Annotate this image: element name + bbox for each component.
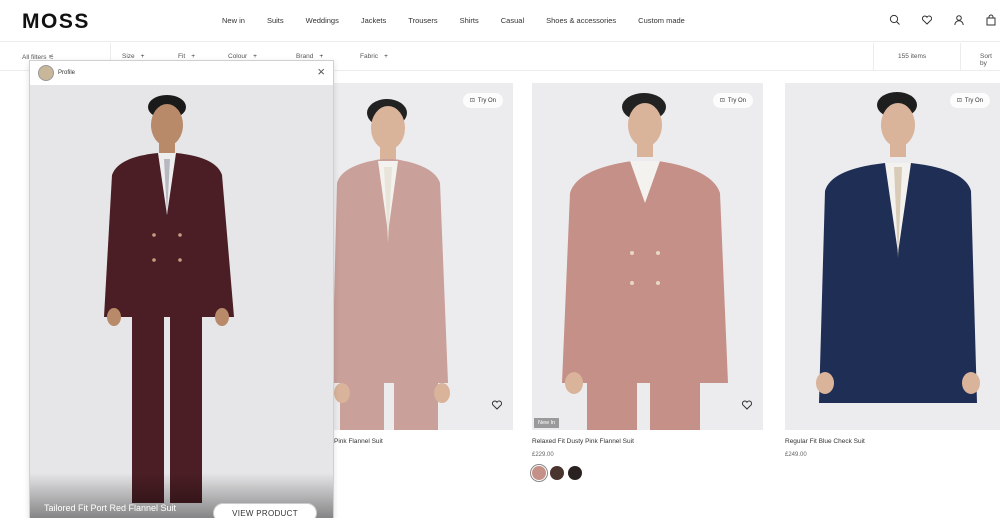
filter-fit[interactable]: Fit + <box>178 53 195 60</box>
nav-suits[interactable]: Suits <box>267 16 284 25</box>
account-icon[interactable] <box>950 11 968 29</box>
bag-icon[interactable] <box>982 11 1000 29</box>
main-nav: New in Suits Weddings Jackets Trousers S… <box>222 16 707 25</box>
camera-icon: ⊡ <box>469 98 475 104</box>
product-image[interactable]: ⊡ Try On <box>785 83 1000 430</box>
nav-new-in[interactable]: New in <box>222 16 245 25</box>
model-figure <box>562 93 728 430</box>
colour-swatch[interactable] <box>550 466 564 480</box>
header-icons <box>886 11 1000 29</box>
try-on-preview-image: Tailored Fit Port Red Flannel Suit VIEW … <box>30 85 333 518</box>
heart-icon[interactable] <box>918 11 936 29</box>
model-figure <box>816 92 980 403</box>
product-card[interactable]: ⊡ Try On Regular Fit Blue Check Suit £249… <box>785 83 1000 458</box>
colour-swatches <box>530 464 763 482</box>
new-in-badge: New In <box>534 418 560 428</box>
plus-icon: + <box>319 53 324 60</box>
avatar <box>38 65 54 81</box>
filter-fabric[interactable]: Fabric + <box>360 53 388 60</box>
modal-header: Profile × <box>30 61 333 85</box>
filter-divider <box>960 43 961 71</box>
filter-size[interactable]: Size + <box>122 53 144 60</box>
caption-overlay: Tailored Fit Port Red Flannel Suit VIEW … <box>30 473 333 518</box>
search-icon[interactable] <box>886 11 904 29</box>
wishlist-heart-icon[interactable] <box>741 398 753 416</box>
nav-jackets[interactable]: Jackets <box>361 16 386 25</box>
model-figure <box>104 95 234 503</box>
plus-icon: + <box>191 53 196 60</box>
filter-brand[interactable]: Brand + <box>296 53 323 60</box>
try-on-button[interactable]: ⊡ Try On <box>949 93 990 108</box>
close-icon[interactable]: × <box>317 65 325 78</box>
colour-swatch[interactable] <box>530 464 548 482</box>
profile-button[interactable]: Profile <box>38 65 75 81</box>
product-card[interactable]: ⊡ Try On New In Relaxed Fit Dusty Pink Fl… <box>530 83 763 482</box>
product-name[interactable]: Relaxed Fit Dusty Pink Flannel Suit <box>532 438 763 445</box>
nav-shoes-accessories[interactable]: Shoes & accessories <box>546 16 616 25</box>
nav-weddings[interactable]: Weddings <box>306 16 339 25</box>
filter-colour[interactable]: Colour + <box>228 53 257 60</box>
nav-shirts[interactable]: Shirts <box>460 16 479 25</box>
product-image[interactable]: ⊡ Try On New In <box>532 83 763 430</box>
product-name[interactable]: Regular Fit Blue Check Suit <box>785 438 1000 445</box>
try-on-button[interactable]: ⊡ Try On <box>462 93 503 108</box>
filter-divider <box>873 43 874 71</box>
plus-icon: + <box>253 53 257 60</box>
plus-icon: + <box>140 53 145 60</box>
product-price: £229.00 <box>532 452 554 458</box>
camera-icon: ⊡ <box>956 98 962 104</box>
items-count: 155 items <box>898 53 927 60</box>
colour-swatch[interactable] <box>568 466 582 480</box>
sort-by-button[interactable]: Sort by <box>980 53 1000 67</box>
wishlist-heart-icon[interactable] <box>491 398 503 416</box>
view-product-button[interactable]: VIEW PRODUCT <box>213 503 317 518</box>
site-header: MOSS New in Suits Weddings Jackets Trous… <box>0 0 1000 42</box>
profile-label: Profile <box>58 70 76 76</box>
plus-icon: + <box>384 53 388 60</box>
camera-icon: ⊡ <box>719 98 725 104</box>
nav-custom-made[interactable]: Custom made <box>638 16 685 25</box>
try-on-modal: Profile × Tailored Fit Port Red Flannel … <box>29 60 334 518</box>
nav-trousers[interactable]: Trousers <box>408 16 437 25</box>
try-on-button[interactable]: ⊡ Try On <box>712 93 753 108</box>
nav-casual[interactable]: Casual <box>501 16 524 25</box>
brand-logo[interactable]: MOSS <box>22 10 90 34</box>
product-price: £249.00 <box>785 452 807 458</box>
modal-product-title: Tailored Fit Port Red Flannel Suit <box>44 503 177 513</box>
